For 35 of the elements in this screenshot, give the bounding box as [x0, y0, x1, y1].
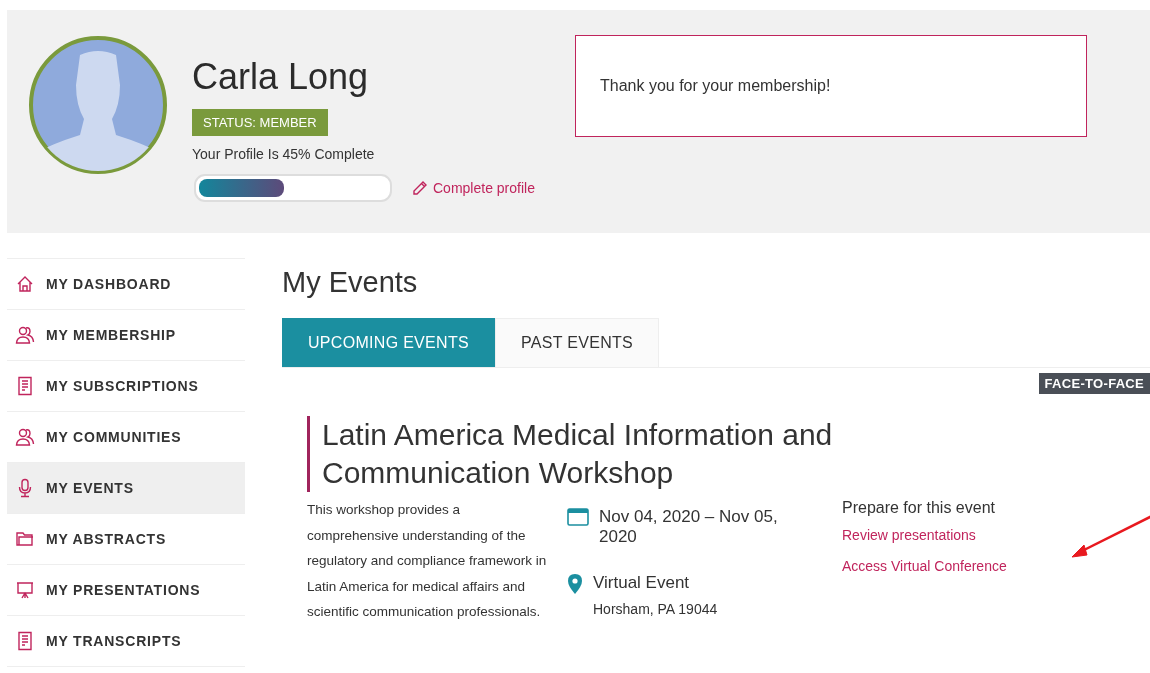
sidebar-item[interactable]: MY ABSTRACTS: [7, 514, 245, 565]
sidebar-item[interactable]: MY SUBSCRIPTIONS: [7, 361, 245, 412]
profile-completion-text: Your Profile Is 45% Complete: [192, 146, 376, 162]
location-pin-icon: [567, 573, 583, 595]
event-type-badge: FACE-TO-FACE: [1038, 373, 1150, 394]
folder-icon: [15, 529, 35, 549]
people-icon: [15, 427, 35, 447]
sidebar-item[interactable]: MY TRANSCRIPTS: [7, 616, 245, 667]
people-icon: [15, 325, 35, 345]
complete-profile-link[interactable]: Complete profile: [412, 180, 535, 196]
event-link[interactable]: Review presentations: [842, 527, 976, 543]
event-dates: Nov 04, 2020 – Nov 05, 2020: [599, 507, 779, 547]
event-location: Virtual Event: [593, 573, 691, 593]
sidebar-item[interactable]: MY DASHBOARD: [7, 259, 245, 310]
event-link[interactable]: Access Virtual Conference: [842, 558, 1007, 574]
sidebar-item[interactable]: MY EVENTS: [7, 463, 245, 514]
document-icon: [15, 376, 35, 396]
events-tab[interactable]: UPCOMING EVENTS: [282, 318, 495, 367]
prepare-heading: Prepare for this event: [842, 499, 995, 517]
event-address: Horsham, PA 19044: [593, 601, 718, 617]
pencil-icon: [412, 180, 428, 196]
home-icon: [15, 274, 35, 294]
member-name: Carla Long: [192, 55, 370, 99]
event-title: Latin America Medical Information and Communication Workshop: [307, 416, 922, 492]
events-tab[interactable]: PAST EVENTS: [494, 318, 660, 367]
document-icon: [15, 631, 35, 651]
easel-icon: [15, 580, 35, 600]
avatar-silhouette-icon: [28, 35, 168, 175]
status-badge: STATUS: MEMBER: [192, 109, 328, 136]
event-description: This workshop provides a comprehensive understanding of the regulatory and compliance framework in Latin America for medical affairs and scientific communication professionals.: [307, 501, 547, 621]
page-title: My Events: [282, 266, 419, 299]
notice-message: Thank you for your membership!: [600, 77, 831, 95]
sidebar-item[interactable]: MY PRESENTATIONS: [7, 565, 245, 616]
calendar-icon: [567, 507, 589, 527]
sidebar-item[interactable]: MY MEMBERSHIP: [7, 310, 245, 361]
